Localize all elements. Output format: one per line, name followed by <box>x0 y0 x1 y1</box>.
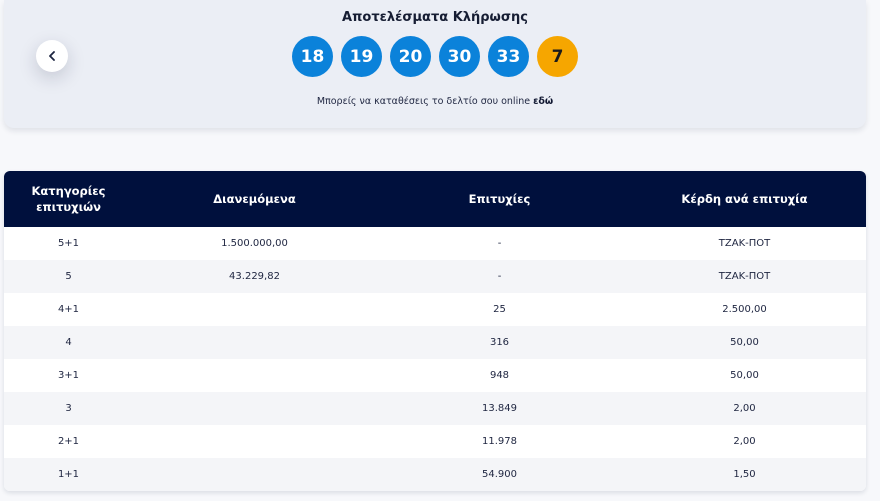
table-row: 3 13.849 2,00 <box>4 392 866 425</box>
table-row: 3+1 948 50,00 <box>4 359 866 392</box>
winners-cell: 13.849 <box>482 403 517 414</box>
table-header-row: Κατηγορίες επιτυχιών Διανεμόμενα Επιτυχί… <box>4 171 866 227</box>
online-note-link[interactable]: εδώ <box>533 96 553 107</box>
winners-cell: - <box>497 238 502 249</box>
header-distributed: Διανεμόμενα <box>213 192 296 206</box>
category-cell: 5+1 <box>57 238 80 249</box>
category-cell: 5 <box>65 271 72 282</box>
number-ball: 18 <box>292 36 333 77</box>
category-cell: 4 <box>65 337 72 348</box>
distributed-cell <box>133 359 376 392</box>
winners-cell: 54.900 <box>482 469 517 480</box>
table-row: 5 43.229,82 - ΤΖΑΚ-ΠΟΤ <box>4 260 866 293</box>
prize-table: Κατηγορίες επιτυχιών Διανεμόμενα Επιτυχί… <box>4 171 866 491</box>
category-cell: 2+1 <box>57 436 80 447</box>
draw-results-title: Αποτελέσματα Κλήρωσης <box>342 10 528 25</box>
table-row: 5+1 1.500.000,00 - ΤΖΑΚ-ΠΟΤ <box>4 227 866 260</box>
number-ball: 20 <box>390 36 431 77</box>
winners-cell: 25 <box>493 304 506 315</box>
header-winners: Επιτυχίες <box>468 192 531 206</box>
distributed-cell <box>133 392 376 425</box>
prize-cell: 2,00 <box>733 403 756 414</box>
online-ticket-note: Μπορείς να καταθέσεις το δελτίο σου onli… <box>4 96 866 107</box>
category-cell: 3 <box>65 403 72 414</box>
prize-cell: 2,00 <box>733 436 756 447</box>
header-prize-per-winner: Κέρδη ανά επιτυχία <box>681 192 808 206</box>
table-row: 4 316 50,00 <box>4 326 866 359</box>
winners-cell: 11.978 <box>482 436 517 447</box>
distributed-cell: 1.500.000,00 <box>221 238 288 249</box>
table-row: 1+1 54.900 1,50 <box>4 458 866 491</box>
bonus-number-ball: 7 <box>537 36 578 77</box>
drawn-numbers: 18 19 20 30 33 7 <box>4 36 866 77</box>
prize-cell: 1,50 <box>733 469 756 480</box>
prize-cell: 50,00 <box>730 337 759 348</box>
category-cell: 1+1 <box>57 469 80 480</box>
prize-cell: ΤΖΑΚ-ΠΟΤ <box>718 238 771 249</box>
winners-cell: 948 <box>489 370 510 381</box>
number-ball: 19 <box>341 36 382 77</box>
table-row: 2+1 11.978 2,00 <box>4 425 866 458</box>
winners-cell: - <box>497 271 502 282</box>
number-ball: 33 <box>488 36 529 77</box>
prize-cell: ΤΖΑΚ-ΠΟΤ <box>718 271 771 282</box>
header-categories: Κατηγορίες επιτυχιών <box>31 184 106 214</box>
category-cell: 3+1 <box>57 370 80 381</box>
prize-cell: 2.500,00 <box>722 304 767 315</box>
distributed-cell: 43.229,82 <box>229 271 280 282</box>
distributed-cell <box>133 458 376 491</box>
category-cell: 4+1 <box>57 304 80 315</box>
distributed-cell <box>133 293 376 326</box>
draw-results-card: Αποτελέσματα Κλήρωσης 18 19 20 30 33 7 Μ… <box>4 0 866 128</box>
number-ball: 30 <box>439 36 480 77</box>
distributed-cell <box>133 425 376 458</box>
online-note-text: Μπορείς να καταθέσεις το δελτίο σου onli… <box>316 96 534 107</box>
prize-cell: 50,00 <box>730 370 759 381</box>
table-row: 4+1 25 2.500,00 <box>4 293 866 326</box>
winners-cell: 316 <box>489 337 510 348</box>
distributed-cell <box>133 326 376 359</box>
